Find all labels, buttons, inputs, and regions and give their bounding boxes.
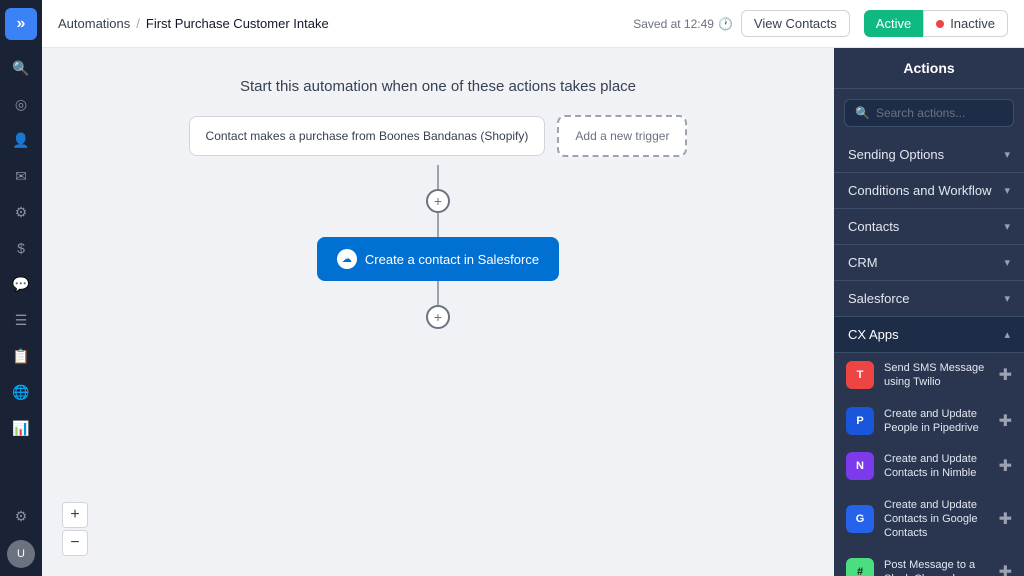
salesforce-icon: ☁ [337,249,357,269]
nav-automation[interactable]: ⚙ [5,196,37,228]
inactive-button[interactable]: Inactive [923,10,1008,37]
add-google-contacts-button[interactable]: ✚ [999,509,1012,529]
breadcrumb-root[interactable]: Automations [58,16,130,31]
inactive-dot [936,20,944,28]
add-step-button-2[interactable]: + [426,305,450,329]
topbar: Automations / First Purchase Customer In… [42,0,1024,48]
google-contacts-label: Create and Update Contacts in Google Con… [884,498,989,541]
search-actions-box[interactable]: 🔍 [844,99,1014,127]
twilio-label: Send SMS Message using Twilio [884,361,989,390]
actions-panel: Actions 🔍 Sending Options ▾ Conditions a… [834,48,1024,576]
action-item-pipedrive[interactable]: P Create and Update People in Pipedrive … [834,399,1024,445]
zoom-in-button[interactable]: + [62,502,88,528]
chevron-salesforce: ▾ [1004,292,1010,305]
chevron-crm: ▾ [1004,256,1010,269]
action-item-google-contacts[interactable]: G Create and Update Contacts in Google C… [834,490,1024,550]
section-conditions-workflow[interactable]: Conditions and Workflow ▾ [834,173,1024,209]
view-contacts-button[interactable]: View Contacts [741,10,850,37]
user-avatar[interactable]: U [7,540,35,568]
add-slack-button[interactable]: ✚ [999,562,1012,576]
connector-1: + [426,165,450,237]
saved-indicator: Saved at 12:49 🕐 [633,17,733,31]
salesforce-action-label: Create a contact in Salesforce [365,252,539,267]
section-label-cx-apps: CX Apps [848,327,899,342]
history-icon[interactable]: 🕐 [718,17,733,31]
section-label-sending: Sending Options [848,147,944,162]
active-button[interactable]: Active [864,10,923,37]
google-contacts-icon: G [846,505,874,533]
twilio-icon: T [846,361,874,389]
section-label-contacts: Contacts [848,219,899,234]
line-v-3 [437,281,439,305]
nimble-label: Create and Update Contacts in Nimble [884,452,989,481]
section-crm[interactable]: CRM ▾ [834,245,1024,281]
nav-analytics[interactable]: 📊 [5,412,37,444]
section-contacts[interactable]: Contacts ▾ [834,209,1024,245]
nav-dashboard[interactable]: ◎ [5,88,37,120]
section-label-conditions: Conditions and Workflow [848,183,992,198]
automation-canvas: Start this automation when one of these … [42,48,834,576]
add-twilio-button[interactable]: ✚ [999,365,1012,385]
chevron-sending-options: ▾ [1004,148,1010,161]
chevron-contacts: ▾ [1004,220,1010,233]
trigger-label: Contact makes a purchase from Boones Ban… [206,129,529,143]
main-area: Automations / First Purchase Customer In… [42,0,1024,576]
nav-settings[interactable]: ⚙ [5,500,37,532]
nav-search[interactable]: 🔍 [5,52,37,84]
app-logo[interactable]: » [5,8,37,40]
trigger-row: Contact makes a purchase from Boones Ban… [189,115,688,157]
panel-title: Actions [834,48,1024,89]
trigger-box-shopify[interactable]: Contact makes a purchase from Boones Ban… [189,116,546,156]
pipedrive-label: Create and Update People in Pipedrive [884,407,989,436]
section-label-salesforce: Salesforce [848,291,909,306]
nav-messages[interactable]: 💬 [5,268,37,300]
breadcrumb-separator: / [136,16,140,31]
nav-reports[interactable]: 📋 [5,340,37,372]
line-v-1 [437,165,439,189]
add-trigger-label: Add a new trigger [575,129,669,143]
connector-2: + [426,281,450,329]
line-v-2 [437,213,439,237]
pipedrive-icon: P [846,407,874,435]
action-item-slack[interactable]: # Post Message to a Slack Channel ✚ [834,550,1024,576]
search-icon: 🔍 [855,106,870,120]
breadcrumb-current: First Purchase Customer Intake [146,16,329,31]
add-trigger-button[interactable]: Add a new trigger [557,115,687,157]
chevron-cx-apps: ▴ [1004,328,1010,341]
chevron-conditions: ▾ [1004,184,1010,197]
add-step-button-1[interactable]: + [426,189,450,213]
search-actions-input[interactable] [876,106,1003,120]
nav-integrations[interactable]: 🌐 [5,376,37,408]
section-sending-options[interactable]: Sending Options ▾ [834,137,1024,173]
nav-lists[interactable]: ☰ [5,304,37,336]
slack-label: Post Message to a Slack Channel [884,558,989,576]
add-nimble-button[interactable]: ✚ [999,456,1012,476]
breadcrumb: Automations / First Purchase Customer In… [58,16,329,31]
nav-contacts[interactable]: 👤 [5,124,37,156]
section-salesforce[interactable]: Salesforce ▾ [834,281,1024,317]
add-pipedrive-button[interactable]: ✚ [999,411,1012,431]
nav-email[interactable]: ✉ [5,160,37,192]
slack-icon: # [846,558,874,576]
nav-revenue[interactable]: $ [5,232,37,264]
salesforce-action-button[interactable]: ☁ Create a contact in Salesforce [317,237,559,281]
zoom-controls: + − [62,502,88,556]
zoom-out-button[interactable]: − [62,530,88,556]
nimble-icon: N [846,452,874,480]
section-label-crm: CRM [848,255,878,270]
left-navigation: » 🔍 ◎ 👤 ✉ ⚙ $ 💬 ☰ 📋 🌐 📊 ⚙ U [0,0,42,576]
canvas-title: Start this automation when one of these … [240,78,636,95]
section-cx-apps[interactable]: CX Apps ▴ [834,317,1024,353]
action-item-nimble[interactable]: N Create and Update Contacts in Nimble ✚ [834,444,1024,490]
action-item-twilio[interactable]: T Send SMS Message using Twilio ✚ [834,353,1024,399]
